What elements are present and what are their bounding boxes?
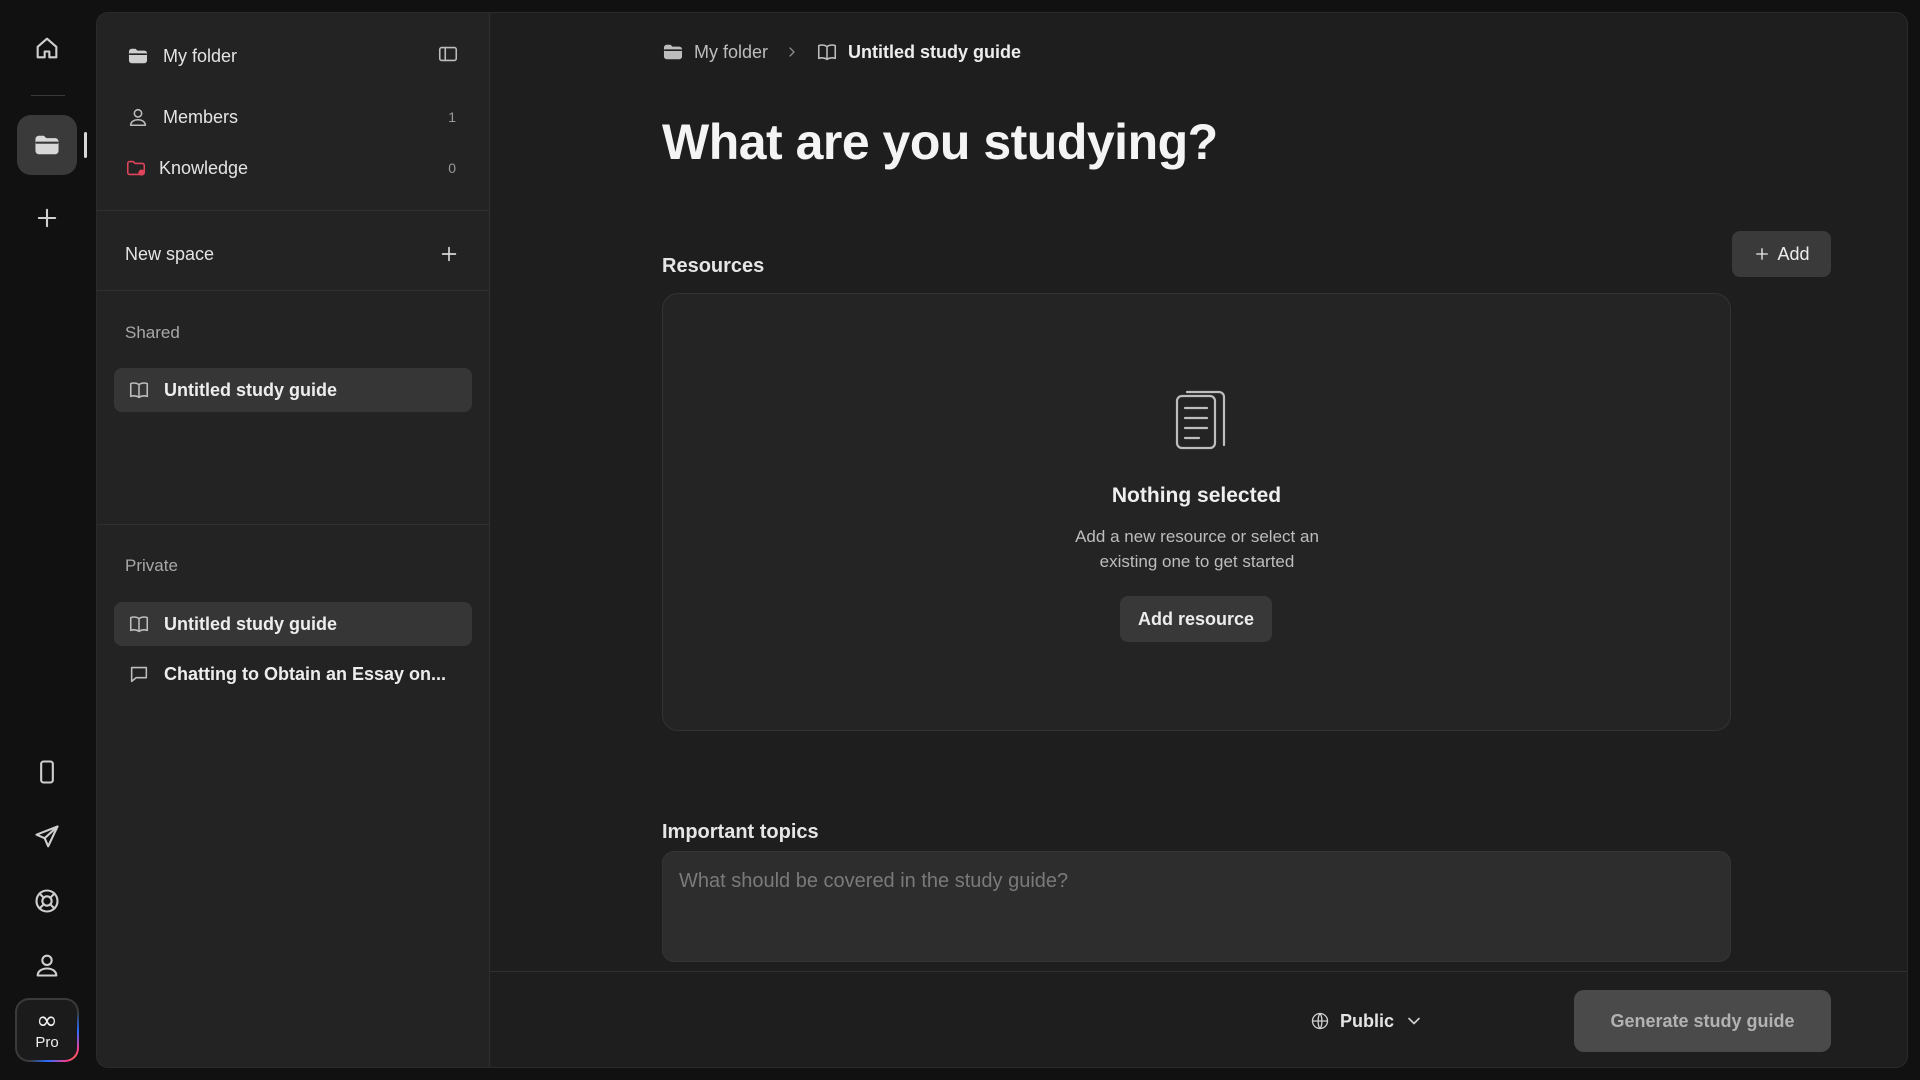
add-resource-button[interactable]: Add resource: [1120, 596, 1272, 642]
book-icon: [128, 613, 150, 635]
mobile-app-button[interactable]: [17, 742, 77, 802]
main-content: My folder Untitled study guide What are …: [490, 13, 1907, 1067]
plus-icon: [1753, 245, 1771, 263]
infinity-icon: ∞: [36, 1005, 58, 1036]
new-space-row[interactable]: New space: [97, 239, 490, 269]
members-count: 1: [448, 109, 456, 125]
pro-label: Pro: [35, 1033, 59, 1051]
folder-header[interactable]: My folder: [97, 41, 490, 71]
empty-state-title: Nothing selected: [1111, 484, 1282, 507]
members-label: Members: [163, 106, 239, 127]
breadcrumb-current: Untitled study guide: [848, 41, 1022, 62]
sidebar-toggle-icon: [437, 43, 459, 65]
sidebar-item-label: Chatting to Obtain an Essay on...: [164, 663, 447, 684]
chevron-right-icon: [784, 44, 800, 60]
knowledge-count: 0: [448, 160, 456, 176]
active-rail-indicator: [84, 132, 87, 158]
resources-heading: Resources: [662, 255, 765, 277]
important-topics-input[interactable]: [662, 851, 1731, 962]
empty-state-description: Add a new resource or select an existing…: [1075, 527, 1319, 571]
chevron-down-icon: [1404, 1011, 1424, 1031]
rail-divider: [31, 95, 65, 96]
important-topics-heading: Important topics: [662, 821, 819, 843]
visibility-dropdown[interactable]: Public: [1310, 1000, 1424, 1042]
help-icon: [33, 887, 61, 915]
knowledge-folder-icon: [125, 157, 147, 179]
sidebar-item-members[interactable]: Members 1: [97, 102, 490, 132]
sidebar-item-shared-study-guide[interactable]: Untitled study guide: [114, 368, 472, 412]
account-button[interactable]: [17, 935, 77, 995]
sidebar-item-essay-chat[interactable]: Chatting to Obtain an Essay on...: [114, 652, 472, 696]
help-button[interactable]: [17, 871, 77, 931]
plus-icon: [438, 243, 460, 265]
breadcrumb-folder-link[interactable]: My folder: [694, 42, 768, 63]
knowledge-label: Knowledge: [159, 157, 249, 178]
pro-plan-badge[interactable]: ∞ Pro: [15, 998, 79, 1062]
sidebar-divider: [97, 210, 490, 211]
private-heading: Private: [125, 556, 178, 575]
visibility-label: Public: [1340, 1010, 1395, 1031]
sidebar-item-knowledge[interactable]: Knowledge 0: [97, 153, 490, 183]
plus-icon: [33, 204, 61, 232]
main-frame: My folder Members 1 Knowledge 0 New spac…: [96, 12, 1908, 1068]
generate-study-guide-button[interactable]: Generate study guide: [1574, 990, 1831, 1052]
globe-icon: [1310, 1011, 1330, 1031]
folder-icon: [33, 131, 61, 159]
home-icon: [33, 34, 61, 62]
collapse-sidebar-button[interactable]: [437, 43, 459, 65]
app-rail: ∞ Pro: [0, 0, 96, 1080]
folder-icon: [127, 45, 149, 67]
add-button-label: Add: [1777, 243, 1810, 264]
chat-icon: [128, 663, 150, 685]
sidebar: My folder Members 1 Knowledge 0 New spac…: [97, 13, 490, 1067]
send-icon: [33, 823, 61, 851]
sidebar-item-label: Untitled study guide: [164, 379, 337, 400]
resources-panel: Nothing selected Add a new resource or s…: [662, 293, 1731, 731]
folder-title: My folder: [163, 45, 238, 66]
book-icon: [816, 41, 838, 63]
new-space-label: New space: [125, 243, 215, 264]
sidebar-divider: [97, 524, 490, 525]
document-icon: [1173, 386, 1229, 454]
folder-button[interactable]: [17, 115, 77, 175]
mobile-icon: [33, 758, 61, 786]
new-folder-button[interactable]: [17, 188, 77, 248]
breadcrumb: My folder Untitled study guide: [662, 41, 1021, 63]
home-button[interactable]: [17, 18, 77, 78]
user-icon: [33, 951, 61, 979]
sidebar-item-private-study-guide[interactable]: Untitled study guide: [114, 602, 472, 646]
share-button[interactable]: [17, 807, 77, 867]
folder-icon: [662, 41, 684, 63]
content-footer: Public Generate study guide: [490, 971, 1907, 1067]
sidebar-divider: [97, 290, 490, 291]
add-resource-header-button[interactable]: Add: [1732, 231, 1831, 277]
page-title: What are you studying?: [662, 114, 1218, 170]
user-icon: [127, 106, 149, 128]
book-icon: [128, 379, 150, 401]
shared-heading: Shared: [125, 323, 180, 342]
sidebar-item-label: Untitled study guide: [164, 613, 337, 634]
